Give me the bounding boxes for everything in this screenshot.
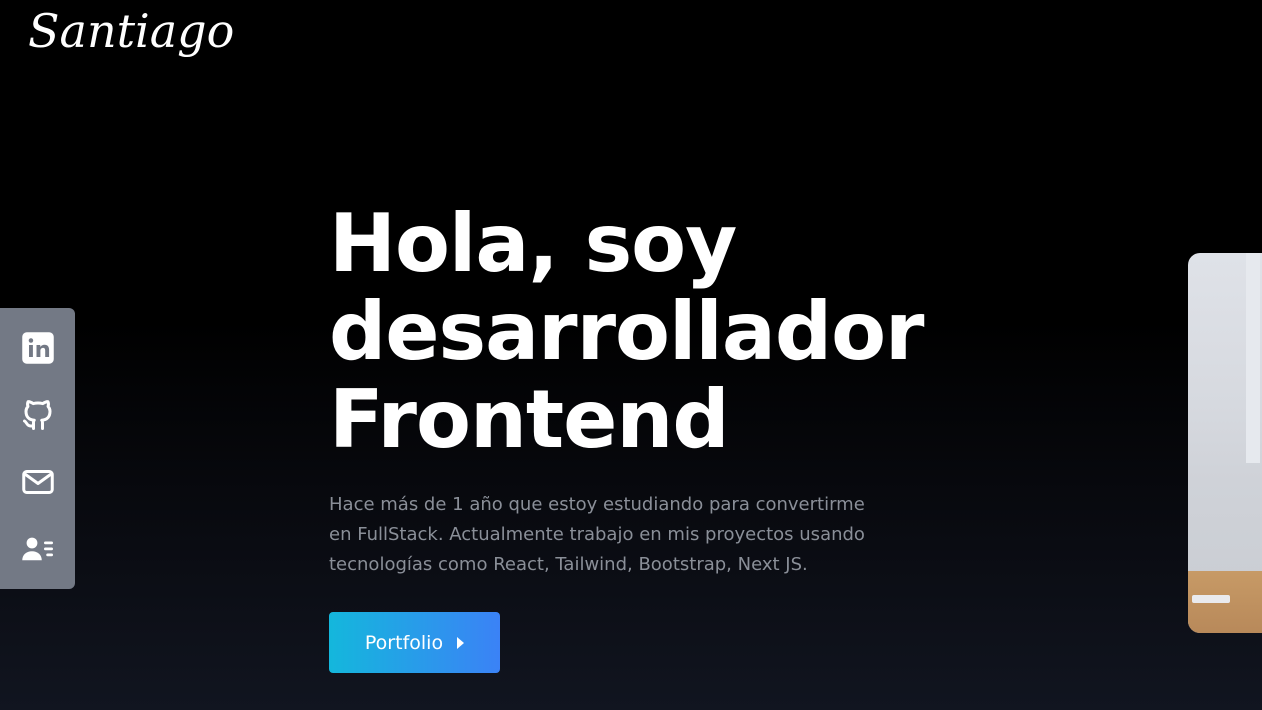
hero-section: Hola, soy desarrollador Frontend Hace má… [329, 200, 949, 580]
brand-logo[interactable]: Santiago [28, 4, 234, 59]
hero-description: Hace más de 1 año que estoy estudiando p… [329, 494, 865, 575]
caret-right-icon [457, 636, 465, 649]
resume-link[interactable] [16, 527, 60, 571]
hero-title: Hola, soy desarrollador Frontend [329, 200, 949, 464]
photo-window [1246, 253, 1260, 463]
linkedin-link[interactable] [16, 326, 60, 370]
portfolio-button-label: Portfolio [364, 631, 444, 654]
page: Santiago Hola, soy desarrollador Fronten… [0, 0, 1262, 710]
portfolio-button[interactable]: Portfolio [329, 612, 500, 673]
linkedin-icon [21, 331, 54, 364]
photo-laptop [1192, 595, 1230, 603]
hero-title-line1: Hola, soy [329, 197, 737, 290]
social-sidebar [0, 308, 75, 589]
contact-card-icon [21, 537, 53, 561]
github-link[interactable] [16, 393, 60, 437]
github-icon [22, 399, 51, 430]
mail-icon [21, 470, 54, 495]
hero-title-line2: desarrollador [329, 285, 925, 378]
hero-title-line3: Frontend [329, 373, 730, 466]
email-link[interactable] [16, 460, 60, 504]
profile-photo [1188, 253, 1262, 633]
